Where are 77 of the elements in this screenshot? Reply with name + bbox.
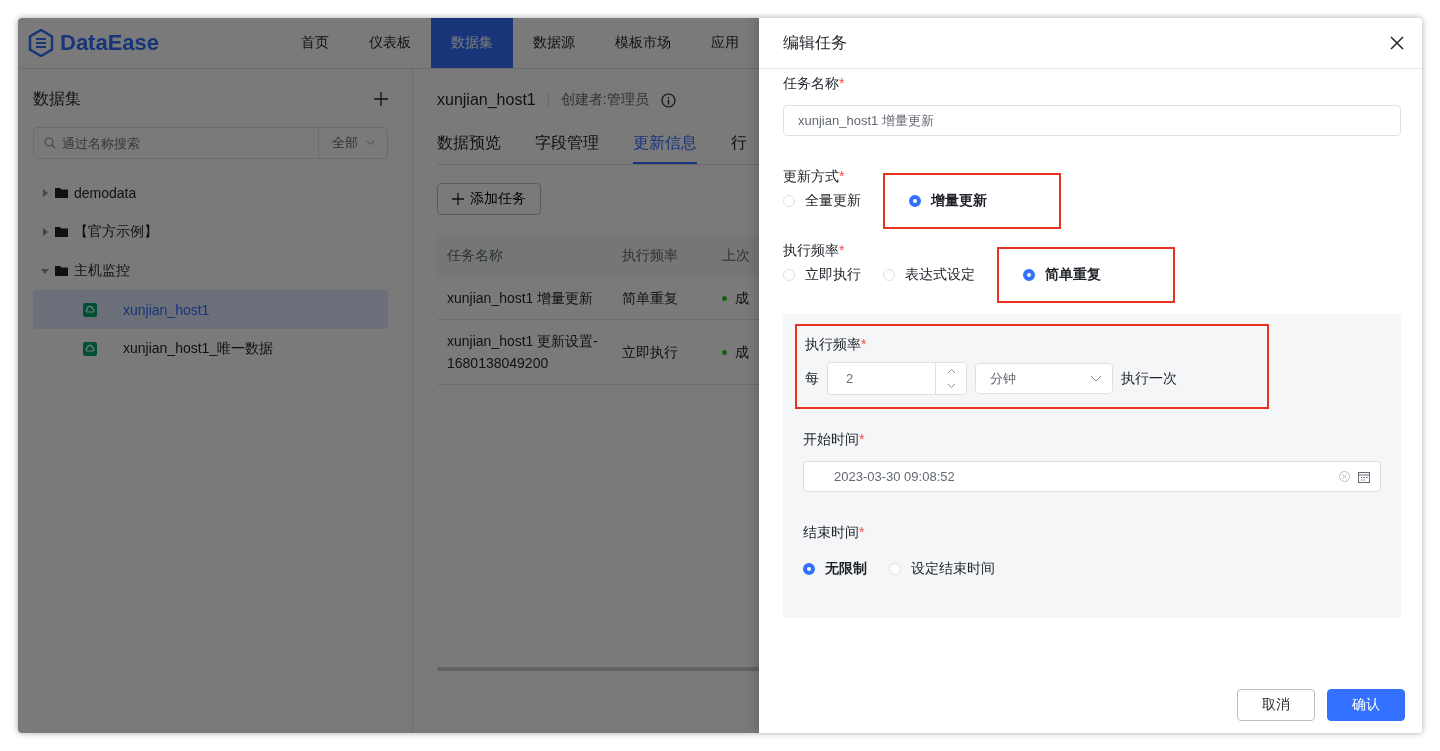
- chevron-down-icon: [365, 140, 375, 146]
- creator-label: 创建者:管理员: [560, 91, 649, 109]
- tree-item[interactable]: demodata: [33, 173, 388, 212]
- radio-option[interactable]: 立即执行: [783, 266, 861, 284]
- radio-option[interactable]: 设定结束时间: [889, 560, 995, 578]
- table-cell-text: 成: [735, 343, 749, 362]
- tree-item-label: xunjian_host1: [123, 301, 210, 318]
- tab[interactable]: 行: [731, 127, 747, 164]
- info-icon[interactable]: [660, 92, 676, 108]
- dataset-icon: [83, 302, 97, 317]
- sidebar-title: 数据集: [33, 88, 81, 109]
- folder-icon: [55, 226, 68, 237]
- field-label: 执行频率*: [805, 335, 868, 354]
- field-label: 更新方式*: [783, 167, 846, 186]
- search-icon: [44, 137, 56, 149]
- close-icon: [1390, 36, 1404, 50]
- tree-item[interactable]: xunjian_host1: [33, 290, 388, 329]
- search-field[interactable]: 通过名称搜索 全部: [33, 127, 388, 159]
- confirm-button[interactable]: 确认: [1327, 689, 1405, 721]
- nav-item[interactable]: 应用: [691, 18, 759, 68]
- dataset-title: xunjian_host1: [437, 91, 536, 109]
- radio-option[interactable]: 增量更新: [909, 192, 987, 210]
- dataset-icon: [83, 341, 97, 356]
- tab[interactable]: 数据预览: [437, 127, 501, 164]
- tree-item-label: demodata: [74, 184, 137, 201]
- unit-select[interactable]: 分钟: [975, 363, 1113, 394]
- folder-icon: [55, 265, 68, 276]
- folder-icon: [55, 187, 68, 198]
- tree-item-label: xunjian_host1_唯一数据: [123, 339, 274, 358]
- plus-icon: [452, 193, 464, 205]
- table-cell-text: 成: [735, 289, 749, 308]
- suffix-label: 执行一次: [1121, 369, 1177, 388]
- chevron-down-icon: [1090, 375, 1102, 382]
- radio-option[interactable]: 全量更新: [783, 192, 861, 210]
- task-name-field[interactable]: xunjian_host1 增量更新: [783, 105, 1401, 136]
- logo-icon: [28, 29, 54, 57]
- column-header: 任务名称: [437, 235, 612, 277]
- nav-item[interactable]: 仪表板: [349, 18, 431, 68]
- tree-item-label: 【官方示例】: [74, 222, 158, 241]
- tree-item[interactable]: xunjian_host1_唯一数据: [33, 329, 388, 368]
- clear-icon[interactable]: [1339, 471, 1350, 482]
- logo-text: DataEase: [60, 30, 160, 56]
- table-cell: xunjian_host1 更新设置-1680138049200: [447, 333, 598, 371]
- table-cell: 立即执行: [622, 344, 678, 360]
- field-label: 开始时间*: [803, 430, 866, 449]
- prefix-label: 每: [805, 369, 819, 388]
- tab[interactable]: 更新信息: [633, 127, 697, 164]
- close-button[interactable]: [1390, 36, 1404, 50]
- tree-item[interactable]: 主机监控: [33, 251, 388, 290]
- filter-select[interactable]: 全部: [318, 128, 387, 158]
- radio-option[interactable]: 简单重复: [1023, 266, 1101, 284]
- column-header: 执行频率: [612, 235, 712, 277]
- caret-icon[interactable]: [41, 266, 49, 275]
- field-label: 任务名称*: [783, 74, 846, 93]
- nav-item[interactable]: 模板市场: [595, 18, 691, 68]
- nav-item[interactable]: 首页: [281, 18, 349, 68]
- tab[interactable]: 字段管理: [535, 127, 599, 164]
- status-dot-icon: [722, 295, 727, 301]
- date-time-field[interactable]: 2023-03-30 09:08:52: [803, 461, 1381, 492]
- caret-icon[interactable]: [41, 188, 49, 197]
- tree-item[interactable]: 【官方示例】: [33, 212, 388, 251]
- tree-item-label: 主机监控: [74, 261, 130, 280]
- add-task-button[interactable]: 添加任务: [437, 183, 541, 215]
- nav-item[interactable]: 数据源: [513, 18, 595, 68]
- field-label: 结束时间*: [803, 523, 866, 542]
- radio-option[interactable]: 无限制: [803, 560, 867, 578]
- status-dot-icon: [722, 349, 727, 355]
- radio-option[interactable]: 表达式设定: [883, 266, 975, 284]
- calendar-icon[interactable]: [1358, 470, 1370, 483]
- cancel-button[interactable]: 取消: [1237, 689, 1315, 721]
- nav-item[interactable]: 数据集: [431, 18, 513, 68]
- field-label: 执行频率*: [783, 241, 846, 260]
- drawer-title: 编辑任务: [783, 32, 847, 53]
- caret-icon[interactable]: [41, 227, 49, 236]
- table-cell: xunjian_host1 增量更新: [447, 290, 594, 306]
- table-cell: 简单重复: [622, 290, 678, 306]
- add-icon[interactable]: [374, 92, 388, 106]
